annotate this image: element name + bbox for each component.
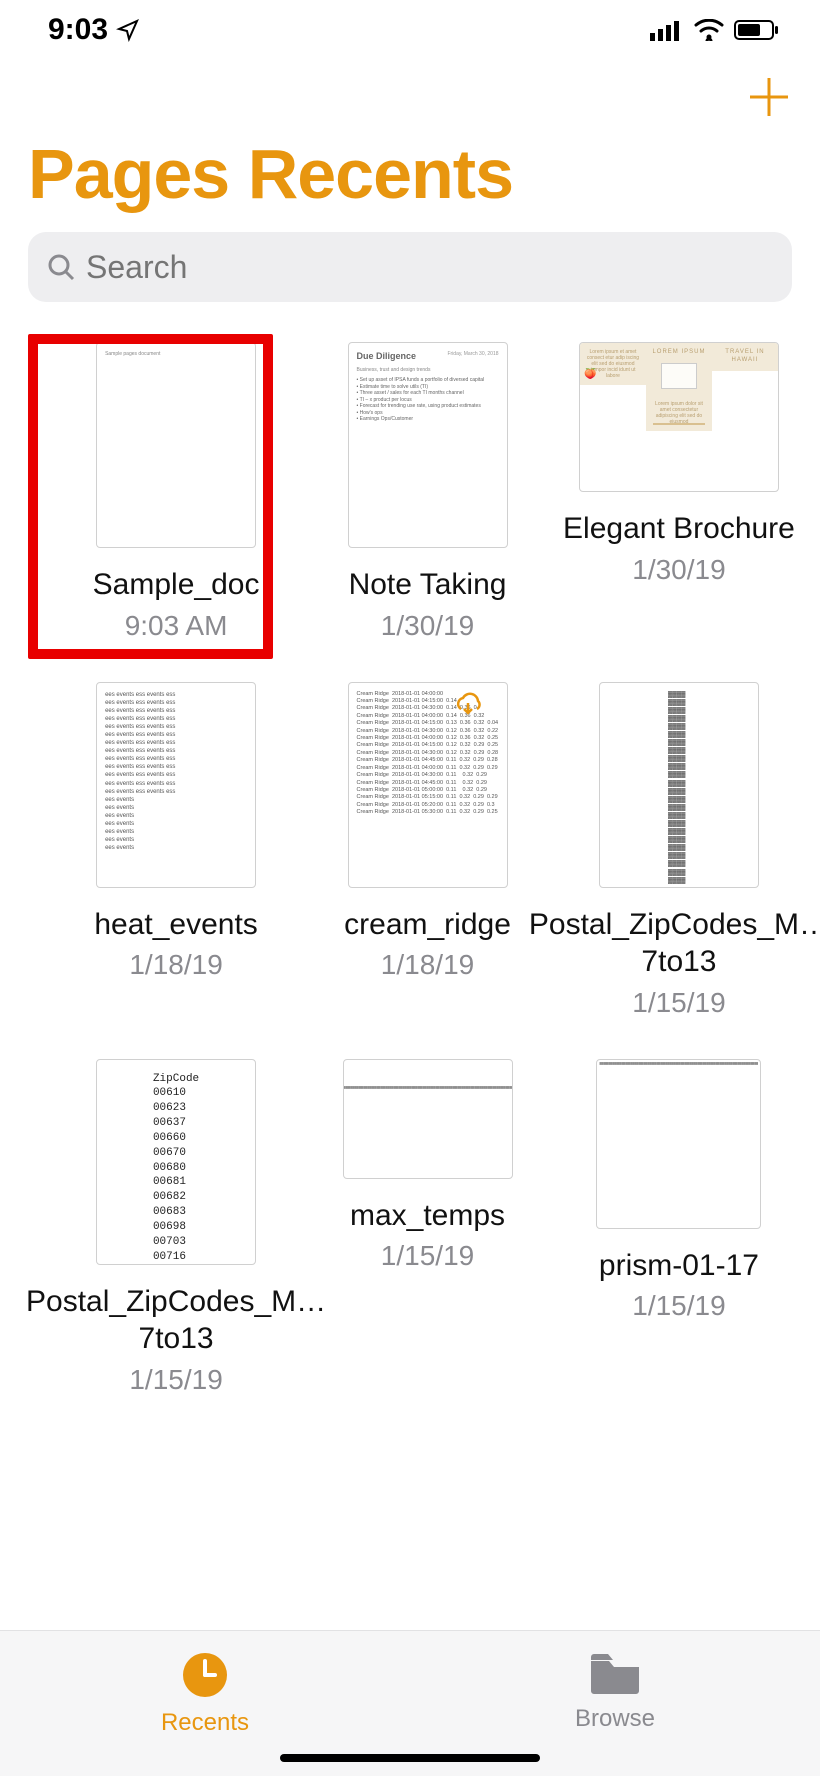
thumb-date: Friday, March 30, 2018: [447, 351, 498, 363]
document-item[interactable]: ees events ess events essees events ess …: [20, 682, 332, 1019]
document-item[interactable]: Cream Ridge 2018-01-01 04:00:00 Cream Ri…: [338, 682, 517, 1019]
document-date: 1/15/19: [129, 1364, 222, 1396]
document-thumbnail: ▓▓▓▓▓▓▓▓▓▓▓▓▓▓▓▓▓▓▓▓▓▓▓▓▓▓▓▓▓▓▓▓▓▓▓▓▓▓▓▓…: [599, 682, 759, 888]
document-date: 9:03 AM: [125, 610, 228, 642]
thumb-text: ZipCode 00610 00623 00637 00660 00670 00…: [151, 1068, 201, 1265]
tab-label: Recents: [161, 1709, 249, 1737]
document-item[interactable]: Sample pages document Sample_doc 9:03 AM: [20, 342, 332, 642]
document-thumbnail: ZipCode 00610 00623 00637 00660 00670 00…: [96, 1059, 256, 1265]
search-field[interactable]: [28, 232, 792, 302]
document-thumbnail: Sample pages document: [96, 342, 256, 548]
document-item[interactable]: Lorem ipsum et amet consect etur adip is…: [523, 342, 820, 642]
thumb-text: TRAVEL IN HAWAII: [712, 343, 778, 371]
document-title: Note Taking: [343, 566, 513, 604]
document-date: 1/15/19: [632, 987, 725, 1019]
tab-label: Browse: [575, 1705, 655, 1733]
cloud-download-icon: [453, 691, 483, 721]
document-item[interactable]: ZipCode 00610 00623 00637 00660 00670 00…: [20, 1059, 332, 1396]
page-title: Pages Recents: [0, 122, 820, 232]
document-title: prism-01-17: [593, 1247, 765, 1285]
battery-icon: [734, 19, 780, 41]
document-title: Postal_ZipCodes_M…7to13: [20, 1283, 332, 1358]
document-date: 1/30/19: [632, 554, 725, 586]
document-title: Postal_ZipCodes_M…7to13: [523, 906, 820, 981]
search-input[interactable]: [86, 249, 774, 286]
clock-icon: [181, 1651, 229, 1699]
document-date: 1/15/19: [632, 1290, 725, 1322]
document-thumbnail: Lorem ipsum et amet consect etur adip is…: [579, 342, 779, 492]
nav-bar: [0, 60, 820, 122]
document-date: 1/18/19: [381, 949, 474, 981]
document-date: 1/30/19: [381, 610, 474, 642]
document-item[interactable]: ▓▓▓▓▓▓▓▓▓▓▓▓▓▓▓▓▓▓▓▓▓▓▓▓▓▓▓▓▓▓▓▓▓▓▓▓▓▓▓▓…: [523, 1059, 820, 1396]
folder-icon: [589, 1651, 641, 1695]
document-thumbnail: ▓▓▓▓▓▓▓▓▓▓▓▓▓▓▓▓▓▓▓▓▓▓▓▓▓▓▓▓▓▓▓▓▓▓▓▓▓▓▓▓…: [343, 1059, 513, 1179]
document-thumbnail: Cream Ridge 2018-01-01 04:00:00 Cream Ri…: [348, 682, 508, 888]
document-title: Sample_doc: [87, 566, 266, 604]
home-indicator[interactable]: [280, 1754, 540, 1762]
status-bar: 9:03: [0, 0, 820, 60]
document-item[interactable]: Due Diligence Friday, March 30, 2018 Bus…: [338, 342, 517, 642]
thumb-text: LOREM IPSUM: [646, 343, 712, 357]
document-date: 1/18/19: [129, 949, 222, 981]
document-date: 1/15/19: [381, 1240, 474, 1272]
wifi-icon: [694, 19, 724, 41]
document-title: cream_ridge: [338, 906, 517, 944]
document-item[interactable]: ▓▓▓▓▓▓▓▓▓▓▓▓▓▓▓▓▓▓▓▓▓▓▓▓▓▓▓▓▓▓▓▓▓▓▓▓▓▓▓▓…: [338, 1059, 517, 1396]
document-title: Elegant Brochure: [557, 510, 801, 548]
status-time: 9:03: [48, 13, 108, 47]
thumb-text: Sample pages document: [105, 351, 247, 358]
search-icon: [46, 252, 76, 282]
thumb-heading: Due Diligence: [357, 351, 417, 363]
document-thumbnail: ▓▓▓▓▓▓▓▓▓▓▓▓▓▓▓▓▓▓▓▓▓▓▓▓▓▓▓▓▓▓▓▓▓▓▓▓▓▓▓▓…: [596, 1059, 761, 1229]
document-item[interactable]: ▓▓▓▓▓▓▓▓▓▓▓▓▓▓▓▓▓▓▓▓▓▓▓▓▓▓▓▓▓▓▓▓▓▓▓▓▓▓▓▓…: [523, 682, 820, 1019]
document-title: heat_events: [88, 906, 263, 944]
cell-signal-icon: [650, 19, 684, 41]
add-button[interactable]: [744, 72, 794, 122]
document-thumbnail: Due Diligence Friday, March 30, 2018 Bus…: [348, 342, 508, 548]
document-thumbnail: ees events ess events essees events ess …: [96, 682, 256, 888]
documents-grid: Sample pages document Sample_doc 9:03 AM…: [0, 302, 820, 1416]
location-icon: [116, 18, 140, 42]
document-title: max_temps: [344, 1197, 511, 1235]
